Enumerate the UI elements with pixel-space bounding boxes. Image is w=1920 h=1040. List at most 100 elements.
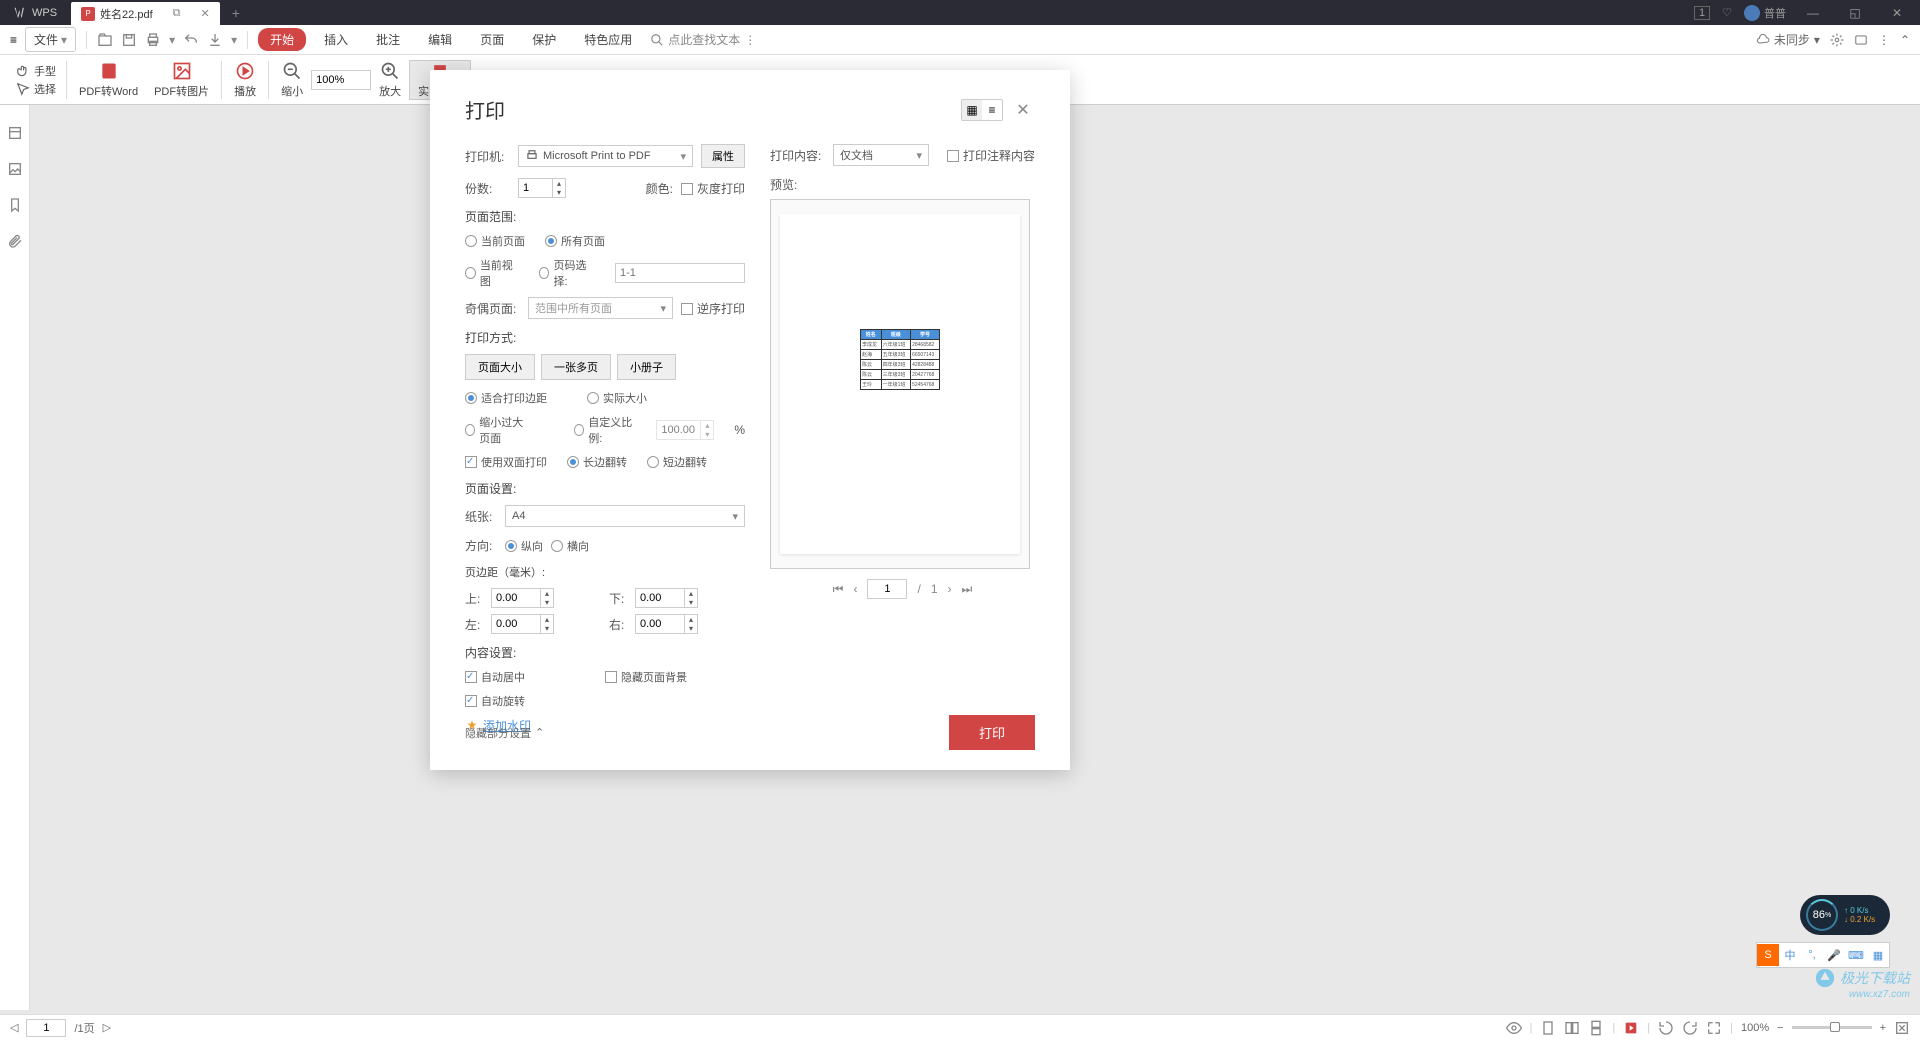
current-page-radio[interactable]: 当前页面	[465, 233, 525, 249]
scale-spinner[interactable]: ▴▾	[701, 420, 714, 440]
ime-toolbar[interactable]: S 中 °, 🎤 ⌨ ▦	[1756, 942, 1890, 968]
ime-voice-icon[interactable]: 🎤	[1823, 944, 1845, 966]
short-edge-radio[interactable]: 短边翻转	[647, 454, 707, 470]
margin-top-spinner[interactable]: ▴▾	[541, 588, 554, 608]
portrait-radio[interactable]: 纵向	[505, 538, 543, 554]
next-page-status-icon[interactable]: ▷	[103, 1021, 111, 1034]
sync-status[interactable]: 未同步 ▾	[1756, 31, 1820, 48]
skin-icon[interactable]	[1854, 33, 1868, 47]
prev-page-status-icon[interactable]: ◁	[10, 1021, 18, 1034]
print-annotations-checkbox[interactable]: 打印注释内容	[947, 147, 1035, 164]
grayscale-checkbox[interactable]: 灰度打印	[681, 180, 745, 197]
margin-top-input[interactable]	[491, 588, 541, 608]
zoom-out-button[interactable]: 缩小	[273, 61, 311, 99]
rotate-left-icon[interactable]	[1658, 1020, 1674, 1036]
tab-pin-icon[interactable]: ⧉	[173, 7, 181, 20]
list-view-icon[interactable]: ≡	[982, 100, 1002, 120]
last-page-icon[interactable]: ⏭	[962, 582, 973, 597]
file-menu[interactable]: 文件 ▾	[25, 27, 76, 52]
tab-page[interactable]: 页面	[470, 26, 514, 53]
zoom-in-status-icon[interactable]: +	[1880, 1022, 1886, 1034]
custom-scale-radio[interactable]: 自定义比例:	[574, 414, 636, 446]
margin-left-spinner[interactable]: ▴▾	[541, 614, 554, 634]
search-box[interactable]: 点此查找文本 ⋮	[650, 31, 756, 48]
margin-bottom-input[interactable]	[635, 588, 685, 608]
more-icon[interactable]: ⋮	[1878, 33, 1890, 47]
user-avatar[interactable]: 普普	[1744, 5, 1786, 21]
auto-center-checkbox[interactable]: 自动居中	[465, 669, 525, 685]
tab-comment[interactable]: 批注	[366, 26, 410, 53]
performance-widget[interactable]: 86% ↑ 0 K/s ↓ 0.2 K/s	[1800, 895, 1890, 935]
ime-keyboard-icon[interactable]: ⌨	[1845, 944, 1867, 966]
zoom-in-button[interactable]: 放大	[371, 61, 409, 99]
multi-page-tab[interactable]: 一张多页	[541, 354, 611, 380]
select-tool[interactable]: 选择	[16, 81, 56, 97]
next-page-icon[interactable]: ›	[948, 582, 952, 596]
shrink-large-radio[interactable]: 缩小过大页面	[465, 414, 534, 446]
tab-protect[interactable]: 保护	[522, 26, 566, 53]
fullscreen-icon[interactable]	[1706, 1020, 1722, 1036]
tab-edit[interactable]: 编辑	[418, 26, 462, 53]
booklet-tab[interactable]: 小册子	[617, 354, 676, 380]
print-button[interactable]: 打印	[949, 715, 1035, 750]
copies-input[interactable]	[518, 178, 553, 198]
properties-button[interactable]: 属性	[701, 144, 745, 168]
rotate-right-icon[interactable]	[1682, 1020, 1698, 1036]
page-size-tab[interactable]: 页面大小	[465, 354, 535, 380]
long-edge-radio[interactable]: 长边翻转	[567, 454, 627, 470]
duplex-checkbox[interactable]: 使用双面打印	[465, 454, 547, 470]
settings-icon[interactable]	[1830, 33, 1844, 47]
play-button[interactable]: 播放	[226, 61, 264, 99]
hide-bg-checkbox[interactable]: 隐藏页面背景	[605, 669, 687, 685]
save-icon[interactable]	[121, 32, 137, 48]
zoom-input[interactable]	[311, 70, 371, 90]
document-tab[interactable]: P 姓名22.pdf ⧉ ✕	[71, 2, 220, 25]
printer-select[interactable]: Microsoft Print to PDF	[518, 145, 693, 167]
hide-settings-toggle[interactable]: 隐藏部分设置 ⌃	[465, 725, 544, 741]
custom-scale-input[interactable]	[656, 420, 701, 440]
pdf-to-word-button[interactable]: PDF转Word	[71, 61, 146, 99]
wps-home-tab[interactable]: WPS	[0, 0, 71, 25]
heart-icon[interactable]: ♡	[1722, 6, 1732, 19]
close-button[interactable]: ✕	[1882, 0, 1912, 25]
all-pages-radio[interactable]: 所有页面	[545, 233, 605, 249]
ime-sogou-icon[interactable]: S	[1757, 944, 1779, 966]
hand-tool[interactable]: 手型	[16, 63, 56, 79]
auto-rotate-checkbox[interactable]: 自动旋转	[465, 693, 525, 709]
margin-right-spinner[interactable]: ▴▾	[685, 614, 698, 634]
paper-select[interactable]: A4	[505, 505, 745, 527]
tab-featured[interactable]: 特色应用	[574, 26, 642, 53]
print-content-select[interactable]: 仅文档	[833, 144, 929, 166]
two-page-icon[interactable]	[1564, 1020, 1580, 1036]
record-icon[interactable]	[1623, 1020, 1639, 1036]
export-dropdown-icon[interactable]: ▾	[231, 33, 237, 47]
ime-lang[interactable]: 中	[1779, 944, 1801, 966]
print-dropdown-icon[interactable]: ▾	[169, 33, 175, 47]
image-panel-icon[interactable]	[7, 161, 23, 177]
bookmark-icon[interactable]	[7, 197, 23, 213]
odd-even-select[interactable]: 范围中所有页面	[528, 297, 673, 319]
dialog-close-button[interactable]: ✕	[1011, 98, 1035, 122]
copies-spinner[interactable]: ▴▾	[553, 178, 566, 198]
fit-margins-radio[interactable]: 适合打印边距	[465, 390, 547, 406]
tab-start[interactable]: 开始	[258, 28, 306, 51]
pdf-to-image-button[interactable]: PDF转图片	[146, 61, 217, 99]
undo-icon[interactable]	[183, 32, 199, 48]
margin-left-input[interactable]	[491, 614, 541, 634]
open-icon[interactable]	[97, 32, 113, 48]
page-select-radio[interactable]: 页码选择:	[539, 257, 595, 289]
restore-button[interactable]: ◱	[1840, 0, 1870, 25]
first-page-icon[interactable]: ⏮	[833, 582, 844, 597]
margin-right-input[interactable]	[635, 614, 685, 634]
preview-page-input[interactable]	[867, 579, 907, 599]
continuous-icon[interactable]	[1588, 1020, 1604, 1036]
print-icon[interactable]	[145, 32, 161, 48]
zoom-slider[interactable]	[1792, 1026, 1872, 1029]
status-page-input[interactable]	[26, 1019, 66, 1037]
margin-bottom-spinner[interactable]: ▴▾	[685, 588, 698, 608]
new-tab-button[interactable]: +	[220, 5, 252, 21]
ime-punctuation-icon[interactable]: °,	[1801, 944, 1823, 966]
reverse-print-checkbox[interactable]: 逆序打印	[681, 300, 745, 317]
zoom-out-status-icon[interactable]: −	[1777, 1022, 1783, 1034]
collapse-ribbon-icon[interactable]: ⌃	[1900, 33, 1910, 47]
